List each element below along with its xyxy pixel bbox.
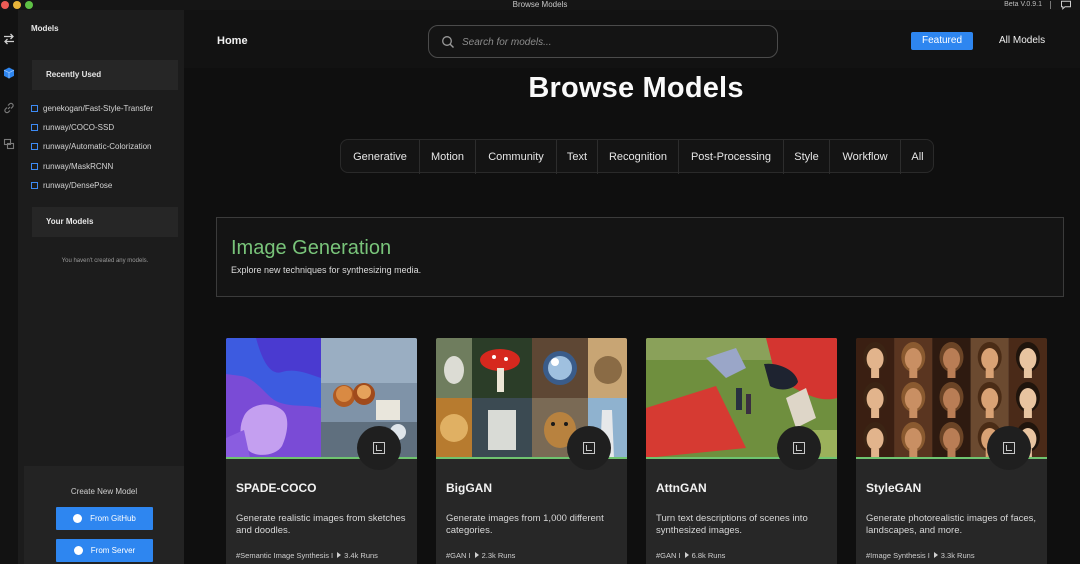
card-title: StyleGAN <box>866 481 922 495</box>
section-title: Image Generation <box>231 237 392 259</box>
category-tab-community[interactable]: Community <box>476 140 556 174</box>
section-subtitle: Explore new techniques for synthesizing … <box>231 265 422 275</box>
window-title: Browse Models <box>512 0 568 9</box>
model-card-stylegan[interactable]: StyleGAN Generate photorealistic images … <box>856 338 1047 564</box>
card-tag: #GAN I <box>656 551 681 560</box>
titlebar-divider <box>1050 1 1051 9</box>
recent-model-item[interactable]: runway/Automatic-Colorization <box>31 141 152 153</box>
model-card-biggan[interactable]: BigGAN Generate images from 1,000 differ… <box>436 338 627 564</box>
open-external-icon <box>583 442 595 454</box>
swap-icon[interactable] <box>2 32 16 46</box>
category-tab-generative[interactable]: Generative <box>341 140 419 174</box>
version-label: Beta V.0.9.1 <box>1004 1 1042 8</box>
page-title: Browse Models <box>528 72 744 104</box>
card-runs: 6.8k Runs <box>691 551 726 560</box>
workspace-icon[interactable] <box>2 137 16 151</box>
section-banner: Image Generation Explore new techniques … <box>216 217 1064 297</box>
search-icon <box>442 36 454 48</box>
github-icon <box>73 514 83 523</box>
model-checkbox-icon <box>31 163 38 170</box>
title-bar: Browse Models Beta V.0.9.1 <box>0 0 1080 10</box>
main-content: Browse Models Generative Motion Communit… <box>184 68 1080 564</box>
recent-model-item[interactable]: genekogan/Fast-Style-Transfer <box>31 103 153 115</box>
model-checkbox-icon <box>31 143 38 150</box>
search-box[interactable] <box>428 25 778 58</box>
card-description: Turn text descriptions of scenes into sy… <box>656 513 808 536</box>
app-window: Browse Models Beta V.0.9.1 Models Recent… <box>0 0 1080 564</box>
open-external-icon <box>1003 442 1015 454</box>
card-meta: #Semantic Image Synthesis I 3.4k Runs <box>236 551 378 560</box>
open-external-icon <box>793 442 805 454</box>
empty-models-note: You haven't created any models. <box>61 258 149 264</box>
recent-model-item[interactable]: runway/COCO-SSD <box>31 122 114 134</box>
model-checkbox-icon <box>31 124 38 131</box>
runs-play-icon <box>933 552 938 558</box>
category-tab-post-processing[interactable]: Post-Processing <box>679 140 783 174</box>
recent-model-label: genekogan/Fast-Style-Transfer <box>43 104 153 113</box>
home-link[interactable]: Home <box>217 35 248 47</box>
card-tag: #GAN I <box>446 551 471 560</box>
top-header: Home Featured All Models <box>184 10 1080 68</box>
recently-used-header: Recently Used <box>32 60 178 90</box>
models-cube-icon[interactable] <box>2 66 16 80</box>
category-tab-motion[interactable]: Motion <box>420 140 475 174</box>
from-github-label: From GitHub <box>90 514 136 523</box>
card-description: Generate realistic images from sketches … <box>236 513 406 536</box>
recent-model-label: runway/Automatic-Colorization <box>43 142 152 151</box>
runs-play-icon <box>684 552 689 558</box>
from-server-label: From Server <box>90 546 136 555</box>
model-checkbox-icon <box>31 105 38 112</box>
card-tag: #Semantic Image Synthesis I <box>236 551 334 560</box>
model-checkbox-icon <box>31 182 38 189</box>
card-description: Generate photorealistic images of faces,… <box>866 513 1037 536</box>
category-tab-text[interactable]: Text <box>557 140 597 174</box>
category-tab-recognition[interactable]: Recognition <box>598 140 678 174</box>
card-meta: #GAN I 2.3k Runs <box>446 551 515 560</box>
open-model-button[interactable] <box>357 426 401 470</box>
from-server-button[interactable]: From Server <box>56 539 153 562</box>
recent-model-label: runway/MaskRCNN <box>43 162 114 171</box>
server-icon <box>73 546 83 555</box>
chat-icon[interactable] <box>1060 0 1072 10</box>
card-title: BigGAN <box>446 481 492 495</box>
card-meta: #Image Synthesis I 3.3k Runs <box>866 551 975 560</box>
create-model-panel: Create New Model From GitHub From Server <box>24 466 184 564</box>
nav-rail <box>0 10 18 564</box>
card-tag: #Image Synthesis I <box>866 551 930 560</box>
card-meta: #GAN I 6.8k Runs <box>656 551 725 560</box>
model-card-attngan[interactable]: AttnGAN Turn text descriptions of scenes… <box>646 338 837 564</box>
create-model-title: Create New Model <box>70 487 138 496</box>
category-bar: Generative Motion Community Text Recogni… <box>340 139 934 174</box>
card-runs: 3.3k Runs <box>940 551 975 560</box>
sidebar-title: Models <box>31 24 59 33</box>
runs-play-icon <box>337 552 342 558</box>
from-github-button[interactable]: From GitHub <box>56 507 153 530</box>
recent-model-item[interactable]: runway/DensePose <box>31 180 112 192</box>
open-model-button[interactable] <box>987 426 1031 470</box>
category-tab-all[interactable]: All <box>901 140 934 174</box>
card-title: SPADE-COCO <box>236 481 317 495</box>
card-runs: 3.4k Runs <box>344 551 378 560</box>
open-model-button[interactable] <box>777 426 821 470</box>
open-model-button[interactable] <box>567 426 611 470</box>
card-runs: 2.3k Runs <box>481 551 516 560</box>
recent-model-label: runway/DensePose <box>43 181 113 190</box>
your-models-header: Your Models <box>32 207 178 237</box>
search-input[interactable] <box>462 32 762 52</box>
category-tab-style[interactable]: Style <box>784 140 829 174</box>
featured-tab[interactable]: Featured <box>911 32 973 50</box>
recent-model-item[interactable]: runway/MaskRCNN <box>31 161 113 173</box>
category-tab-workflow[interactable]: Workflow <box>830 140 900 174</box>
recent-model-label: runway/COCO-SSD <box>43 123 115 132</box>
card-title: AttnGAN <box>656 481 707 495</box>
card-description: Generate images from 1,000 different cat… <box>446 513 604 536</box>
runs-play-icon <box>474 552 479 558</box>
all-models-tab[interactable]: All Models <box>999 35 1045 46</box>
open-external-icon <box>373 442 385 454</box>
model-card-spade-coco[interactable]: SPADE-COCO Generate realistic images fro… <box>226 338 417 564</box>
link-icon[interactable] <box>2 101 16 115</box>
models-sidebar: Models Recently Used genekogan/Fast-Styl… <box>18 10 184 564</box>
